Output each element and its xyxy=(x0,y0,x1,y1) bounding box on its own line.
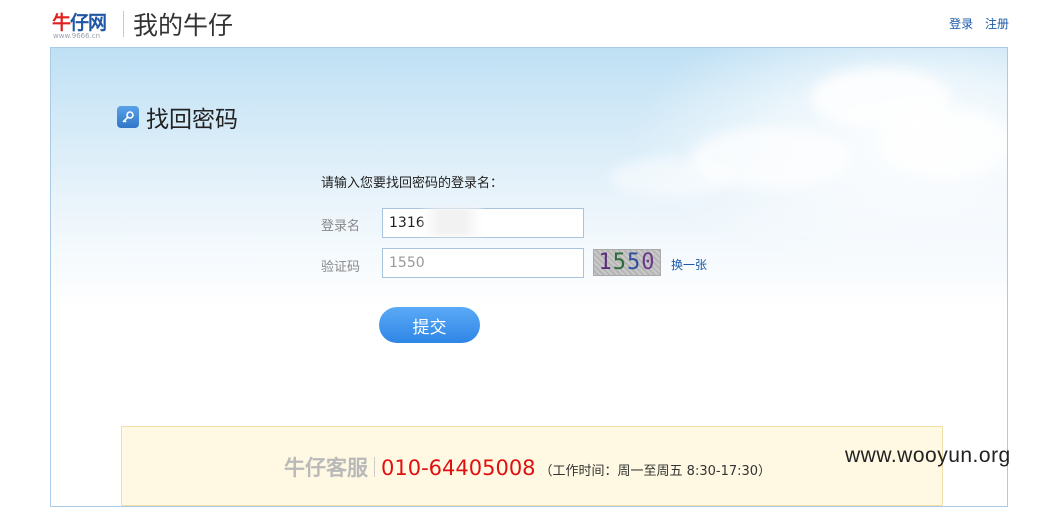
service-phone: 010-64405008 xyxy=(381,456,536,480)
username-field[interactable]: 1316 xyxy=(382,208,584,238)
service-hours: （工作时间：周一至周五 8:30-17:30） xyxy=(539,464,772,479)
section-heading: 找回密码 xyxy=(117,100,238,134)
refresh-captcha-link[interactable]: 换一张 xyxy=(671,256,707,273)
logo-text-blue: 仔网 xyxy=(70,12,107,34)
captcha-field[interactable]: 1550 xyxy=(382,248,584,278)
logo-url: www.9666.cn xyxy=(53,32,101,40)
captcha-label: 验证码 xyxy=(321,260,361,275)
customer-service-box: 牛仔客服 010-64405008 （工作时间：周一至周五 8:30-17:30… xyxy=(121,426,943,506)
page-title: 找回密码 xyxy=(146,107,238,133)
top-links: 登录 注册 xyxy=(941,15,1009,32)
username-label: 登录名 xyxy=(321,219,361,234)
cloud-decoration xyxy=(611,158,731,198)
register-link[interactable]: 注册 xyxy=(985,17,1009,31)
login-link[interactable]: 登录 xyxy=(949,17,973,31)
key-icon xyxy=(117,106,139,128)
service-divider xyxy=(374,457,375,477)
redaction-blur xyxy=(422,208,482,236)
form-prompt: 请输入您要找回密码的登录名： xyxy=(321,176,504,191)
logo-text-red: 牛 xyxy=(52,12,71,34)
cloud-decoration xyxy=(881,108,1007,178)
captcha-image[interactable]: 1550 xyxy=(593,249,661,276)
watermark-text: www.wooyun.org xyxy=(845,444,1011,467)
submit-button[interactable]: 提交 xyxy=(379,307,480,343)
site-title: 我的牛仔 xyxy=(133,11,234,40)
site-logo[interactable]: 牛仔网 www.9666.cn xyxy=(52,8,118,40)
main-panel: 找回密码 请输入您要找回密码的登录名： 登录名 1316 验证码 1550 15… xyxy=(50,47,1008,507)
header-divider xyxy=(123,11,124,37)
service-name: 牛仔客服 xyxy=(284,456,368,480)
